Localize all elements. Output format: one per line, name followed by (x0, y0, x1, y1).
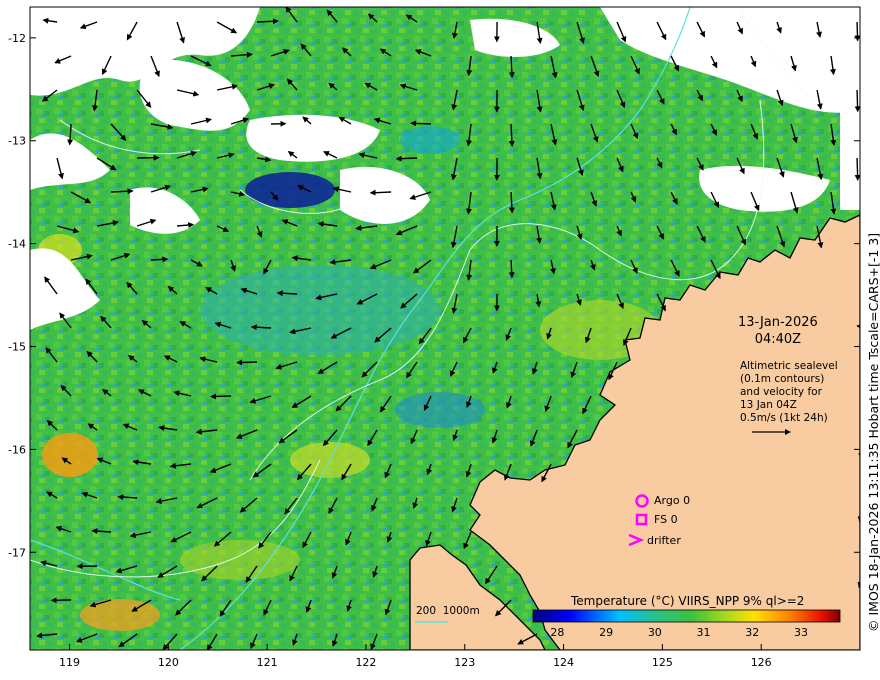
colorbar-title: Temperature (°C) VIIRS_NPP 9% ql>=2 (571, 594, 805, 608)
depth-200-label: 200 (416, 605, 437, 617)
latitude-tick-label: -16 (8, 443, 26, 456)
latitude-tick-label: -12 (8, 32, 26, 45)
latitude-tick-label: -15 (8, 341, 26, 354)
velocity-arrow (369, 189, 392, 196)
latitude-tick-label: -13 (8, 135, 26, 148)
velocity-arrow (508, 259, 515, 279)
caption-line: Altimetric sealevel (740, 360, 838, 372)
longitude-tick-label: 124 (553, 656, 574, 669)
fs-legend-label: FS 0 (654, 513, 678, 526)
depth-1000-label: 1000m (442, 605, 480, 617)
drifter-legend-label: drifter (647, 534, 681, 547)
longitude-tick-label: 125 (652, 656, 673, 669)
sst-cool-patch (245, 172, 335, 208)
longitude-tick-label: 123 (454, 656, 475, 669)
velocity-arrow (210, 393, 232, 400)
argo-legend-label: Argo 0 (654, 494, 691, 507)
caption-line: 0.5m/s (1kt 24h) (740, 412, 828, 424)
caption-line: and velocity for (740, 386, 822, 398)
timestamp: 13-Jan-2026 04:40Z (738, 314, 818, 348)
colorbar (532, 609, 841, 623)
velocity-arrow (870, 56, 871, 77)
sst-warm-patch (180, 540, 300, 580)
sst-warm-patch (42, 433, 98, 477)
sst-cool-patch (400, 126, 460, 154)
caption-line: (0.1m contours) (740, 373, 825, 385)
sst-warm-patch (80, 599, 160, 631)
velocity-arrow (854, 89, 860, 113)
colorbar-tick-label: 31 (697, 626, 711, 639)
longitude-tick-label: 122 (355, 656, 376, 669)
velocity-arrow (151, 256, 169, 263)
longitude-tick-label: 126 (751, 656, 772, 669)
colorbar-tick-label: 28 (550, 626, 564, 639)
longitude-tick-label: 119 (59, 656, 80, 669)
colorbar-tick-label: 32 (745, 626, 759, 639)
velocity-arrow (870, 192, 871, 213)
velocity-arrow (410, 120, 432, 127)
velocity-arrow (257, 18, 279, 25)
time-label: 04:40Z (754, 332, 802, 347)
latitude-tick-label: -14 (8, 238, 26, 251)
velocity-arrow (854, 157, 860, 181)
velocity-arrow (395, 155, 418, 162)
depth-contour-legend: 200 1000m (416, 605, 480, 617)
longitude-tick-label: 120 (158, 656, 179, 669)
velocity-caption: Altimetric sealevel (0.1m contours) and … (740, 360, 838, 425)
sst-cool-patch (200, 265, 440, 355)
date-label: 13-Jan-2026 (738, 315, 818, 330)
colorbar-tick-label: 29 (599, 626, 613, 639)
velocity-arrow (236, 359, 258, 366)
latitude-tick-label: -17 (8, 546, 26, 559)
credit-text: © IMOS 18-Jan-2026 13:11:35 Hobart time … (866, 232, 880, 632)
caption-line: 13 Jan 04Z (740, 399, 797, 411)
longitude-tick-label: 121 (257, 656, 278, 669)
colorbar-tick-label: 33 (794, 626, 808, 639)
colorbar-tick-label: 30 (648, 626, 662, 639)
velocity-arrow (870, 124, 871, 146)
sst-cool-patch (395, 392, 485, 428)
